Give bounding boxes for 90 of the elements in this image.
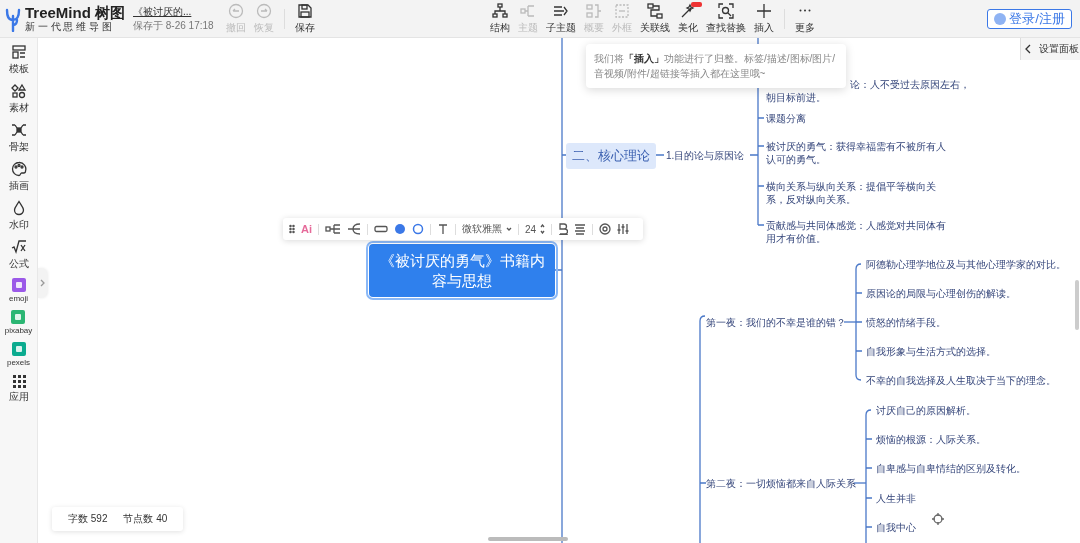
sidebar-collapse-handle[interactable] (38, 268, 47, 298)
font-size-field[interactable]: 24 (525, 223, 546, 235)
avatar-icon (994, 12, 1007, 25)
save-time: 保存于 8-26 17:18 (133, 18, 214, 33)
locate-icon (932, 513, 944, 525)
leaf-node[interactable]: 不幸的自我选择及人生取决于当下的理念。 (866, 374, 1056, 387)
word-count: 字数 592 (68, 512, 108, 526)
sidebar-item[interactable]: emoji (8, 278, 29, 303)
leaf-node[interactable]: 讨厌自己的原因解析。 (876, 404, 976, 417)
toolbar-button[interactable]: 美化 (674, 2, 703, 35)
font-select[interactable]: 微软雅黑 (462, 222, 512, 236)
leaf-node[interactable]: 阿德勒心理学地位及与其他心理学家的对比。 (866, 258, 1066, 271)
leaf-node[interactable]: 自我形象与生活方式的选择。 (866, 345, 996, 358)
summary-icon (586, 2, 603, 19)
subtopic-node[interactable]: 第一夜：我们的不幸是谁的错？ (706, 316, 846, 329)
sidebar-item[interactable]: 骨架 (8, 122, 29, 154)
sidebar-item[interactable]: 水印 (8, 200, 29, 232)
topic-icon (520, 2, 537, 19)
apps-grid-icon (11, 374, 26, 388)
toolbar-button[interactable]: 结构 (486, 2, 515, 35)
toolbar-button[interactable]: 关联线 (636, 2, 675, 35)
target-icon (599, 223, 612, 235)
border-color-icon[interactable] (412, 223, 424, 235)
leaf-node[interactable]: 被讨厌的勇气：获得幸福需有不被所有人认可的勇气。 (766, 140, 946, 166)
pexels-app-icon (11, 342, 26, 356)
document-title[interactable]: 《被讨厌的... (133, 4, 214, 19)
leaf-node[interactable]: 横向关系与纵向关系：提倡平等横向关系，反对纵向关系。 (766, 180, 946, 206)
palette-icon (10, 161, 27, 177)
toolbar-button[interactable]: 插入 (750, 2, 779, 35)
emoji-app-icon (11, 278, 26, 292)
leaf-node[interactable]: 人生并非 (876, 492, 916, 505)
save-icon (296, 2, 313, 19)
tooltip: 我们将「插入」功能进行了归整。标签/描述/图标/图片/音视频/附件/超链接等插入都在这里哦~ (586, 44, 846, 88)
leaf-node[interactable]: 贡献感与共同体感觉：人感觉对共同体有用才有价值。 (766, 219, 946, 245)
fill-color-icon[interactable] (394, 223, 406, 235)
shapes-icon (10, 83, 27, 99)
app-logo-text: TreeMind 树图 (25, 4, 125, 21)
node-count: 节点数 40 (123, 512, 168, 526)
structure-icon (492, 2, 509, 19)
shape-icon (374, 224, 388, 234)
formula-icon (10, 239, 27, 255)
toolbar-button[interactable]: 查找替换 (702, 2, 751, 35)
subtopic-node[interactable]: 1.目的论与原因论 (666, 149, 745, 162)
pixabay-app-icon (11, 310, 26, 324)
leaf-node[interactable]: 愤怒的情绪手段。 (866, 316, 946, 329)
align-center-icon (574, 223, 587, 235)
layout-fork-icon (347, 223, 361, 235)
chevron-left-icon (1025, 44, 1031, 54)
redo-icon (255, 2, 272, 19)
connector-line (853, 482, 867, 484)
skeleton-icon (10, 122, 27, 138)
sidebar-item[interactable]: pixabay (4, 310, 33, 335)
relation-line-icon (647, 2, 664, 19)
undo-icon (227, 2, 244, 19)
layout-right-icon (325, 223, 341, 235)
app-slogan: 新 一 代 思 维 导 图 (25, 20, 113, 33)
leaf-node[interactable]: 自我中心 (876, 521, 916, 534)
frame-icon (614, 2, 631, 19)
drag-handle-icon (289, 224, 295, 234)
horizontal-scrollbar[interactable] (488, 537, 568, 541)
sidebar-item[interactable]: 公式 (8, 239, 29, 271)
text-style-icon (437, 223, 449, 235)
leaf-node[interactable]: 自卑感与自卑情结的区别及转化。 (876, 462, 1026, 475)
vertical-scrollbar[interactable] (1075, 280, 1079, 330)
toolbar-button[interactable]: 子主题 (542, 2, 581, 35)
subtopic-node[interactable]: 第二夜：一切烦恼都来自人际关系 (706, 477, 856, 490)
template-icon (10, 44, 27, 60)
sliders-icon (617, 223, 630, 235)
toolbar-button[interactable]: 更多 (791, 2, 820, 35)
main-topic-node[interactable]: 二、核心理论 (566, 143, 656, 169)
leaf-node[interactable]: 课题分离 (766, 112, 946, 125)
stepper-icon (540, 224, 546, 234)
settings-panel-tab[interactable]: 设置面板 (1020, 38, 1080, 60)
root-node[interactable]: 《被讨厌的勇气》书籍内容与思想 (369, 244, 555, 297)
leaf-node[interactable]: 原因论的局限与心理创伤的解读。 (866, 287, 1016, 300)
chevron-right-icon (40, 279, 45, 287)
sidebar-item[interactable]: 插画 (8, 161, 29, 193)
leaf-node[interactable]: 烦恼的根源：人际关系。 (876, 433, 986, 446)
caret-icon (506, 227, 512, 231)
sidebar-item[interactable]: 应用 (8, 374, 29, 404)
login-button[interactable]: 登录/注册 (987, 8, 1072, 29)
more-icon (799, 9, 812, 12)
bold-text-icon (558, 223, 569, 235)
plus-icon (756, 2, 773, 19)
connector-line (843, 321, 857, 323)
find-replace-icon (718, 2, 735, 19)
sidebar-item[interactable]: 素材 (8, 83, 29, 115)
sidebar-item[interactable]: 模板 (8, 44, 29, 76)
toolbar-button[interactable]: 保存 (290, 2, 319, 35)
sidebar-item[interactable]: pexels (6, 342, 31, 367)
